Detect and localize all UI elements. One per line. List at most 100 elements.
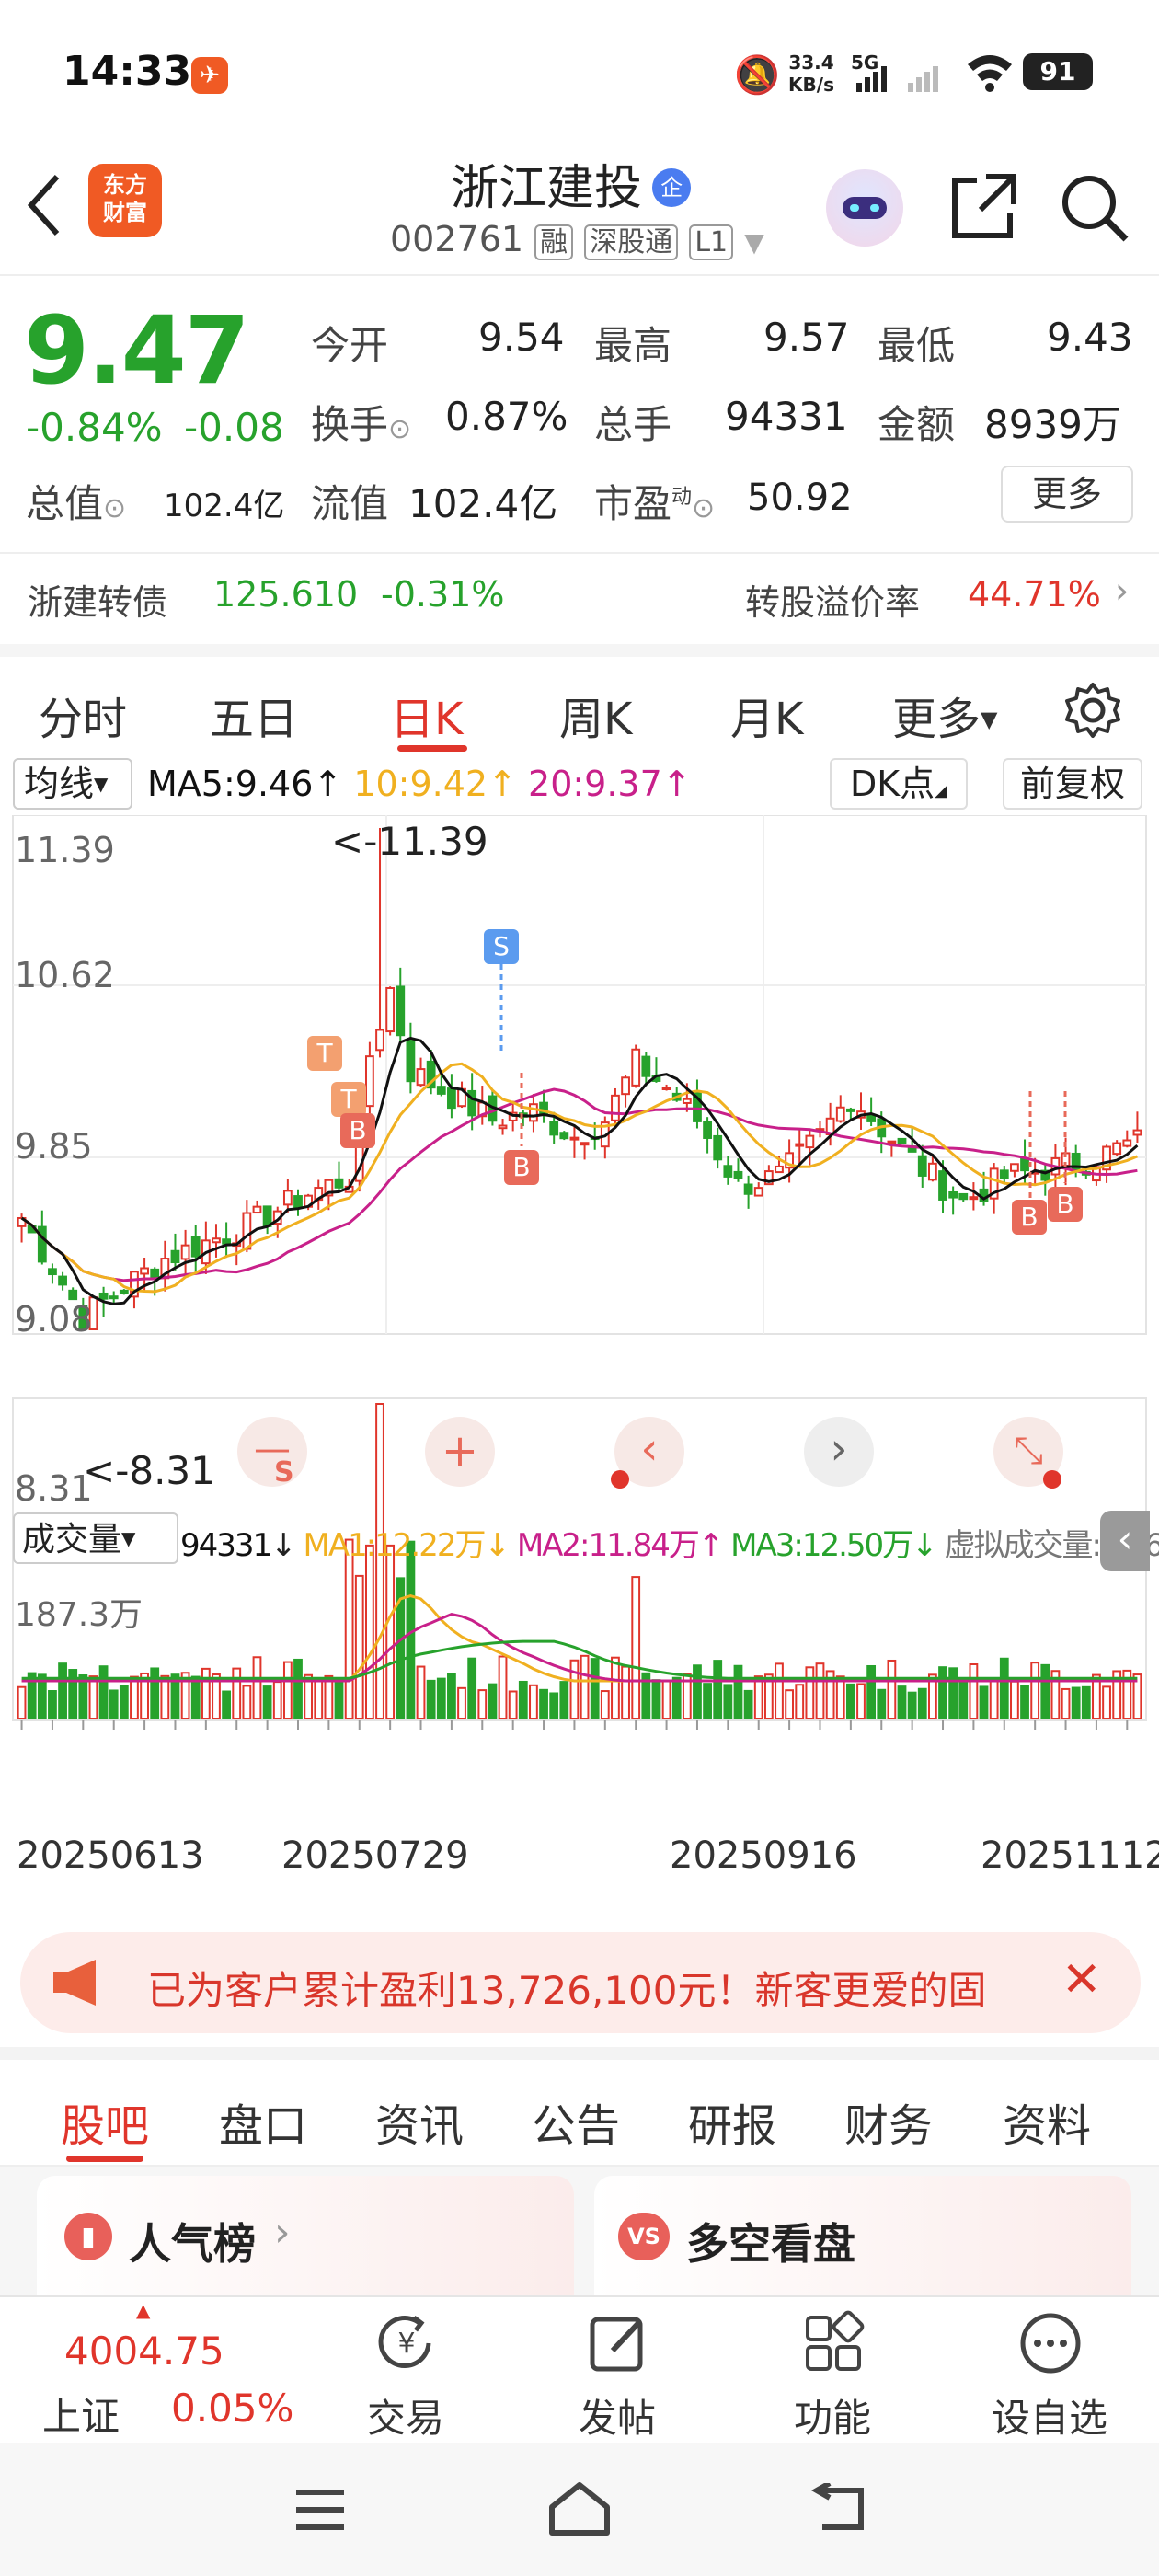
- volume-bar: [815, 1662, 825, 1719]
- candle-body: [559, 1132, 569, 1140]
- tab-profile[interactable]: 资料: [1003, 2089, 1091, 2154]
- bond-price: 125.610: [213, 574, 359, 615]
- collapse-panel-button[interactable]: ‹: [1100, 1511, 1150, 1571]
- tab-announcements[interactable]: 公告: [532, 2089, 620, 2154]
- tab-financials[interactable]: 财务: [844, 2089, 933, 2154]
- tab-weekly-k[interactable]: 周K: [559, 683, 632, 747]
- kline-svg[interactable]: S T T B B B B: [0, 815, 1159, 1864]
- volume-bar: [324, 1674, 334, 1720]
- ai-robot-avatar[interactable]: [826, 169, 903, 247]
- tab-daily-k[interactable]: 日K: [390, 683, 463, 747]
- bond-row[interactable]: 浙建转债 125.610 -0.31% 转股溢价率 44.71% ›: [0, 552, 1159, 635]
- scroll-right-button[interactable]: ›: [804, 1417, 874, 1487]
- menu-icon[interactable]: [293, 2487, 348, 2533]
- adjust-button[interactable]: 前复权: [1003, 758, 1142, 810]
- kline-chart-area[interactable]: 均线▼ MA5:9.46↑ 10:9.42↑ 20:9.37↑ DK点◢ 前复权…: [0, 753, 1159, 1914]
- candle-body: [938, 1170, 947, 1201]
- popularity-title: 人气榜: [129, 2219, 256, 2269]
- volume-type-select[interactable]: 成交量▼: [13, 1512, 178, 1564]
- volume-label: 总手: [594, 402, 672, 447]
- sell-shortcut-button[interactable]: — S: [237, 1417, 307, 1489]
- stock-code-row[interactable]: 002761 融 深股通 L1 ▼: [390, 219, 764, 260]
- more-dots-icon: [1020, 2313, 1081, 2374]
- tab-five-day[interactable]: 五日: [210, 683, 298, 747]
- zoom-in-button[interactable]: +: [425, 1417, 495, 1487]
- index-widget[interactable]: ▲ 4004.75 上证 0.05%: [0, 2297, 313, 2444]
- chevron-right-icon: ›: [274, 2209, 291, 2256]
- dk-point-button[interactable]: DK点◢: [830, 758, 968, 810]
- price-label-bottom: 8.31: [15, 1468, 93, 1509]
- candle-body: [743, 1183, 753, 1195]
- share-icon[interactable]: [949, 171, 1019, 241]
- volume-bar: [436, 1677, 446, 1719]
- back-icon[interactable]: [26, 173, 63, 237]
- candle-body: [293, 1195, 303, 1209]
- candle-body: [150, 1268, 160, 1280]
- tab-order-book[interactable]: 盘口: [219, 2089, 307, 2154]
- candle-body: [621, 1076, 630, 1096]
- stock-title[interactable]: 浙江建投 企: [451, 149, 692, 216]
- volume-bar: [559, 1681, 569, 1719]
- volume-bar: [1081, 1685, 1091, 1720]
- back-nav-icon[interactable]: [809, 2483, 868, 2535]
- candle-body: [222, 1238, 232, 1245]
- scroll-left-button[interactable]: ‹: [611, 1417, 684, 1489]
- more-button[interactable]: 更多: [1001, 466, 1133, 523]
- volume-bar: [160, 1674, 170, 1719]
- popularity-card[interactable]: ▮ 人气榜 ›: [37, 2176, 574, 2295]
- tab-forum[interactable]: 股吧: [61, 2089, 149, 2154]
- settings-gear-icon[interactable]: [1063, 681, 1122, 740]
- bottom-toolbar: ▲ 4004.75 上证 0.05% ¥ 交易 发帖 功能 设自选: [0, 2295, 1159, 2443]
- banner-text: 已为客户累计盈利13,726,100元！新客更爱的固: [147, 1968, 987, 2013]
- tab-more[interactable]: 更多▼: [892, 683, 997, 747]
- eastmoney-logo: 东方 财富: [88, 164, 162, 237]
- pe-label: 市盈动⊙: [594, 481, 716, 526]
- low-label: 最低: [878, 323, 956, 368]
- float-label: 流值: [311, 481, 389, 526]
- candle-body: [1112, 1142, 1122, 1156]
- candle-body: [436, 1086, 446, 1095]
- vol-current: 94331: [180, 1527, 272, 1564]
- candle-body: [282, 1190, 293, 1206]
- fullscreen-button[interactable]: ⤡: [993, 1417, 1063, 1489]
- enterprise-badge: 企: [652, 168, 692, 207]
- index-value: 4004.75: [64, 2329, 224, 2374]
- vs-icon: VS: [618, 2213, 670, 2260]
- search-icon[interactable]: [1058, 171, 1131, 245]
- close-icon[interactable]: ✕: [1061, 1952, 1102, 2007]
- volume-bar: [1071, 1686, 1081, 1719]
- candle-body: [119, 1289, 129, 1294]
- svg-text:T: T: [316, 1038, 333, 1068]
- volume-bar: [477, 1689, 488, 1720]
- home-icon[interactable]: [546, 2479, 613, 2538]
- candle-body: [958, 1192, 969, 1201]
- candle-body: [969, 1196, 979, 1201]
- svg-text:¥: ¥: [397, 2328, 415, 2360]
- tab-news[interactable]: 资讯: [375, 2089, 464, 2154]
- volume-bar: [989, 1679, 999, 1720]
- volume-bar: [938, 1666, 947, 1719]
- volume-bar: [866, 1664, 877, 1719]
- volume-bar: [999, 1657, 1009, 1719]
- bull-bear-card[interactable]: VS 多空看盘: [594, 2176, 1131, 2295]
- vol-ma3: MA3:12.50万: [730, 1527, 913, 1564]
- tab-intraday[interactable]: 分时: [39, 683, 127, 747]
- candle-body: [242, 1212, 252, 1250]
- volume-bar: [948, 1667, 958, 1719]
- candle-body: [682, 1098, 692, 1104]
- promo-banner[interactable]: 已为客户累计盈利13,726,100元！新客更爱的固 ✕: [20, 1932, 1141, 2033]
- candle-body: [845, 1108, 855, 1112]
- ma-type-select[interactable]: 均线▼: [13, 758, 132, 810]
- volume-bar: [845, 1683, 855, 1720]
- svg-text:B: B: [1020, 1202, 1038, 1232]
- candle-body: [529, 1103, 538, 1122]
- ma20-value: 20:9.37: [528, 764, 662, 804]
- volume-bar: [580, 1654, 590, 1720]
- volume-bar: [835, 1675, 845, 1719]
- tab-research[interactable]: 研报: [688, 2089, 776, 2154]
- volume-value: 94331: [725, 394, 848, 439]
- ma5-value: MA5:9.46: [147, 764, 314, 804]
- tab-monthly-k[interactable]: 月K: [730, 683, 803, 747]
- volume-bar: [518, 1680, 528, 1719]
- megaphone-icon: [53, 1960, 96, 2006]
